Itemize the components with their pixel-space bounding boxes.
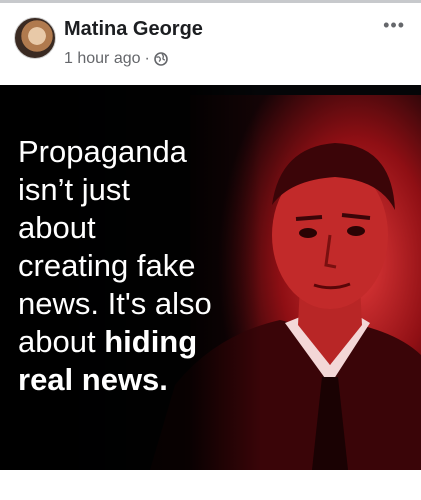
caption-line: news. It's also <box>18 286 212 321</box>
author-name[interactable]: Matina George <box>64 18 203 41</box>
post-meta: 1 hour ago · <box>64 50 168 68</box>
caption-line: creating fake <box>18 248 196 283</box>
globe-icon <box>154 52 168 66</box>
image-caption: Propaganda isn’t just about creating fak… <box>18 133 278 399</box>
caption-line: Propaganda <box>18 134 187 169</box>
meta-separator: · <box>144 50 150 67</box>
caption-bold-text: hiding <box>104 324 198 359</box>
caption-line: about hiding <box>18 323 278 361</box>
caption-line: isn’t just <box>18 172 130 207</box>
post-timestamp[interactable]: 1 hour ago <box>64 50 141 68</box>
caption-text: about <box>18 324 105 359</box>
caption-line: about <box>18 210 96 245</box>
post-image[interactable]: Propaganda isn’t just about creating fak… <box>0 85 421 470</box>
post-footer <box>0 470 421 500</box>
author-avatar[interactable] <box>14 17 56 59</box>
caption-line: real news. <box>18 361 278 399</box>
more-options-icon[interactable]: ••• <box>383 15 405 36</box>
caption-bold-text: real news. <box>18 362 168 397</box>
post-header: Matina George 1 hour ago · ••• <box>0 3 421 85</box>
